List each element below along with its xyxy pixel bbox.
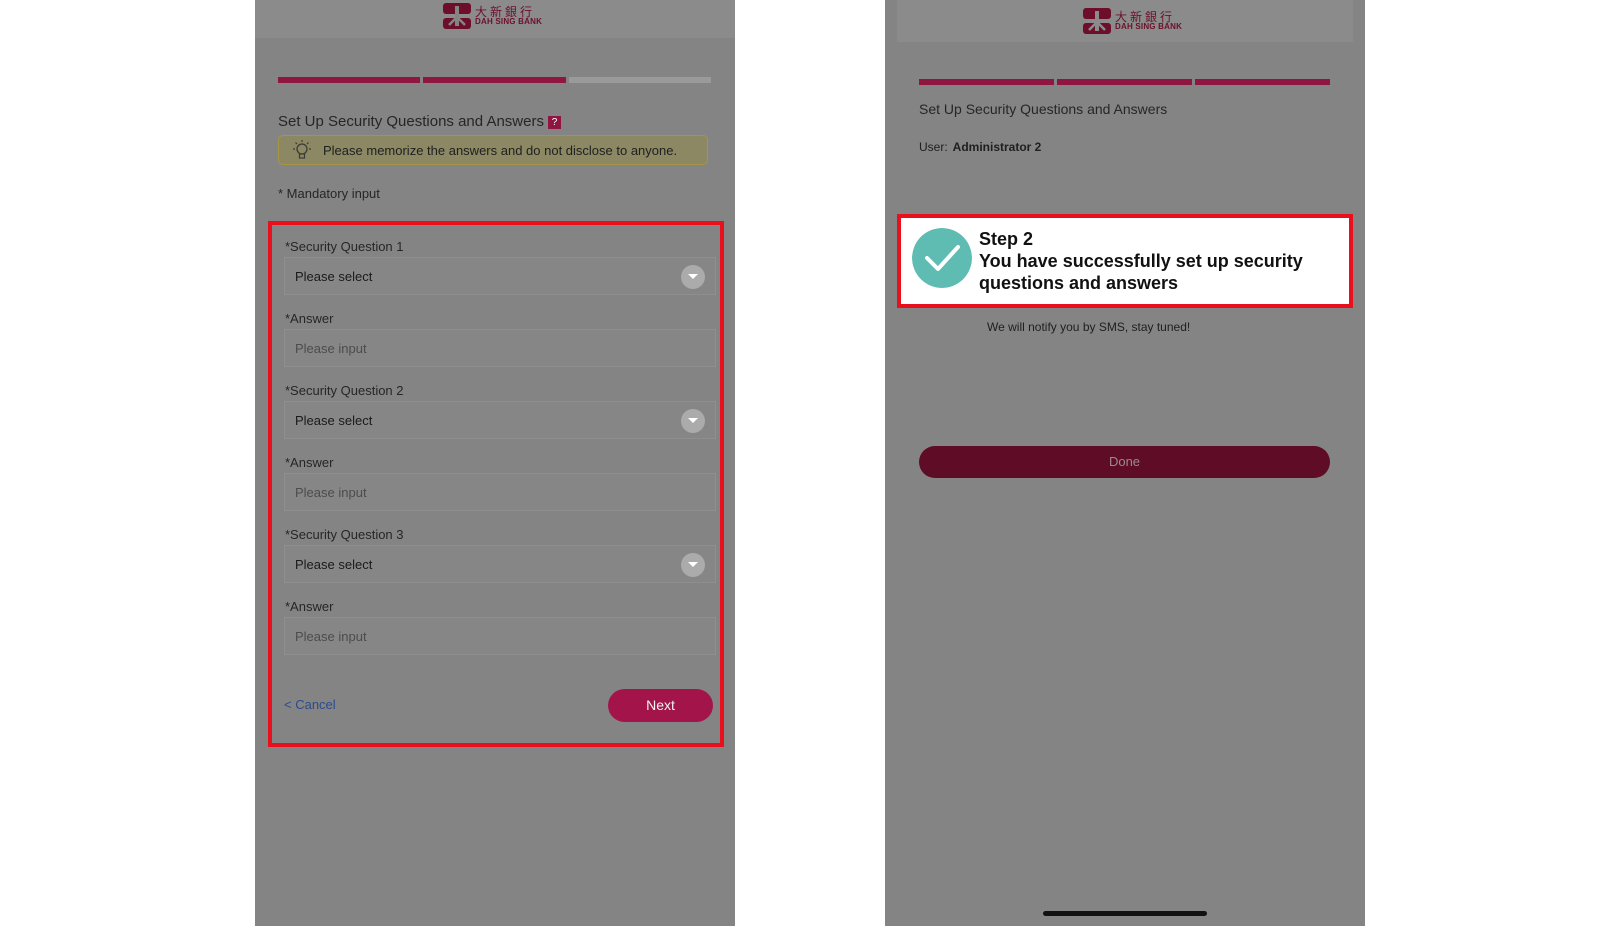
answer-2-input[interactable]: Please input xyxy=(284,473,716,511)
notice-banner: Please memorize the answers and do not d… xyxy=(278,135,708,165)
left-phone-screen: 大新銀行 DAH SING BANK Set Up Security Quest… xyxy=(255,0,735,926)
success-message-box: Step 2 You have successfully set up secu… xyxy=(897,214,1353,308)
page-title: Set Up Security Questions and Answers? xyxy=(278,113,561,130)
progress-bar xyxy=(278,77,711,83)
app-header: 大新銀行 DAH SING BANK xyxy=(255,0,735,38)
user-line: User: Administrator 2 xyxy=(919,140,1041,154)
answer-2-placeholder: Please input xyxy=(295,484,367,500)
security-question-form: *Security Question 1 Please select *Answ… xyxy=(268,221,724,747)
logo-english-text: DAH SING BANK xyxy=(1115,22,1183,31)
app-header: 大新銀行 DAH SING BANK xyxy=(897,0,1353,42)
answer-2-label: *Answer xyxy=(285,455,334,470)
question-1-value: Please select xyxy=(295,268,373,284)
question-2-value: Please select xyxy=(295,412,373,428)
bank-logo: 大新銀行 DAH SING BANK xyxy=(1083,8,1182,34)
dropdown-chevron-icon xyxy=(681,553,705,577)
logo-english-text: DAH SING BANK xyxy=(475,17,543,26)
question-1-label: *Security Question 1 xyxy=(285,239,404,254)
question-2-select[interactable]: Please select xyxy=(284,401,716,439)
progress-bar xyxy=(919,79,1330,85)
question-2-label: *Security Question 2 xyxy=(285,383,404,398)
done-button[interactable]: Done xyxy=(919,446,1330,478)
sms-notice: We will notify you by SMS, stay tuned! xyxy=(987,320,1191,334)
cancel-link[interactable]: < Cancel xyxy=(284,697,336,712)
question-3-select[interactable]: Please select xyxy=(284,545,716,583)
answer-1-label: *Answer xyxy=(285,311,334,326)
right-phone-screen: 大新銀行 DAH SING BANK Set Up Security Quest… xyxy=(885,0,1365,926)
dropdown-chevron-icon xyxy=(681,409,705,433)
help-icon[interactable]: ? xyxy=(547,116,561,129)
progress-step-2 xyxy=(423,77,566,83)
lightbulb-icon xyxy=(293,140,311,159)
question-3-label: *Security Question 3 xyxy=(285,527,404,542)
page-title-text: Set Up Security Questions and Answers xyxy=(278,113,544,130)
answer-1-placeholder: Please input xyxy=(295,340,367,356)
page-title: Set Up Security Questions and Answers xyxy=(919,101,1168,117)
bank-logo: 大新銀行 DAH SING BANK xyxy=(443,3,542,29)
dropdown-chevron-icon xyxy=(681,265,705,289)
bank-logo-icon xyxy=(443,3,471,29)
progress-step-1 xyxy=(278,77,421,83)
success-text: You have successfully set up security qu… xyxy=(979,251,1303,293)
checkmark-icon xyxy=(912,228,972,288)
mandatory-note: * Mandatory input xyxy=(278,186,380,201)
progress-step-1 xyxy=(919,79,1054,85)
step-label: Step 2 xyxy=(979,229,1034,249)
bank-logo-icon xyxy=(1083,8,1111,34)
progress-step-3 xyxy=(568,77,711,83)
question-3-value: Please select xyxy=(295,556,373,572)
next-button[interactable]: Next xyxy=(608,689,713,722)
answer-1-input[interactable]: Please input xyxy=(284,329,716,367)
user-label: User: xyxy=(919,140,948,154)
user-name: Administrator 2 xyxy=(952,140,1042,154)
question-1-select[interactable]: Please select xyxy=(284,257,716,295)
answer-3-placeholder: Please input xyxy=(295,628,367,644)
answer-3-input[interactable]: Please input xyxy=(284,617,716,655)
home-indicator xyxy=(1043,911,1207,916)
progress-step-3 xyxy=(1195,79,1330,85)
answer-3-label: *Answer xyxy=(285,599,334,614)
progress-step-2 xyxy=(1057,79,1192,85)
notice-text: Please memorize the answers and do not d… xyxy=(323,142,678,158)
